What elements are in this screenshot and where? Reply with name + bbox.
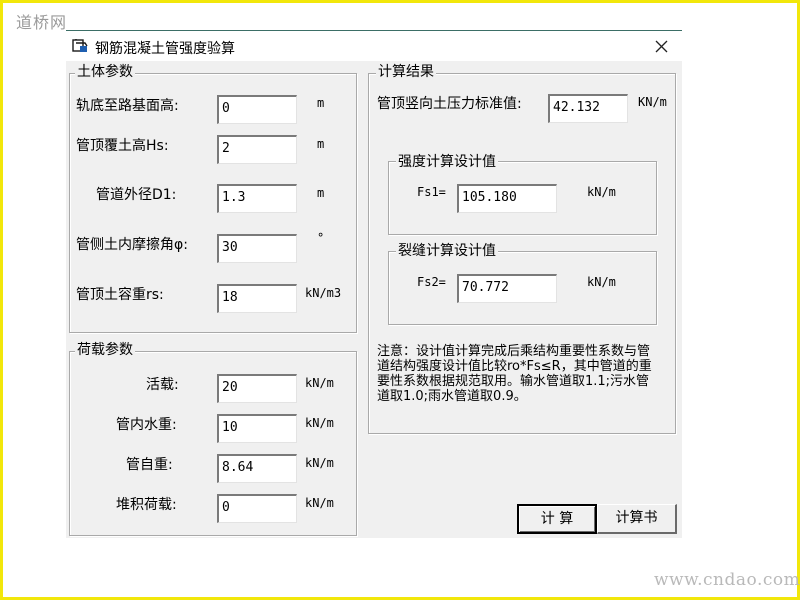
soil-weight-unit: kN/m3	[305, 286, 342, 300]
outer-diameter-unit: m	[317, 186, 325, 200]
stack-load-unit: kN/m	[305, 496, 334, 510]
cover-height-input[interactable]: 2	[217, 135, 297, 164]
pipe-weight-unit: kN/m	[305, 456, 334, 470]
fs1-unit: kN/m	[587, 185, 616, 199]
friction-angle-label: 管侧土内摩擦角φ:	[76, 237, 188, 253]
pressure-output[interactable]: 42.132	[548, 94, 628, 123]
fs1-output[interactable]: 105.180	[457, 184, 557, 213]
window-title: 钢筋混凝土管强度验算	[95, 41, 235, 57]
water-weight-unit: kN/m	[305, 416, 334, 430]
outer-diameter-label: 管道外径D1:	[96, 187, 177, 203]
design-note: 注意：设计值计算完成后乘结构重要性系数与管道结构强度设计值比较ro*Fs≤R，其…	[377, 344, 652, 404]
watermark-top: 道桥网	[16, 13, 68, 32]
rail-height-label: 轨底至路基面高:	[76, 98, 179, 114]
watermark-bottom: www.cndao.com	[654, 570, 800, 590]
crack-title: 裂缝计算设计值	[396, 243, 498, 259]
app-icon	[72, 39, 88, 52]
fs1-label: Fs1=	[417, 185, 446, 199]
dialog-window: 钢筋混凝土管强度验算 土体参数 轨底至路基面高: 0 m 管顶覆土高Hs: 2 …	[66, 31, 682, 538]
soil-weight-label: 管顶土容重rs:	[76, 287, 164, 303]
pressure-unit: KN/m	[638, 95, 667, 109]
cover-height-unit: m	[317, 137, 325, 151]
pipe-weight-label: 管自重:	[126, 457, 173, 473]
strength-title: 强度计算设计值	[396, 154, 498, 170]
water-weight-input[interactable]: 10	[217, 414, 297, 443]
fs2-output[interactable]: 70.772	[457, 274, 557, 303]
live-load-label: 活载:	[146, 377, 179, 393]
report-button[interactable]: 计算书	[597, 504, 677, 534]
pressure-label: 管顶竖向土压力标准值:	[377, 96, 522, 112]
load-params-title: 荷载参数	[75, 342, 135, 358]
friction-angle-unit: °	[317, 231, 325, 245]
stack-load-input[interactable]: 0	[217, 494, 297, 523]
live-load-input[interactable]: 20	[217, 374, 297, 403]
water-weight-label: 管内水重:	[116, 417, 177, 433]
results-title: 计算结果	[376, 64, 436, 80]
soil-params-title: 土体参数	[75, 64, 135, 80]
fs2-label: Fs2=	[417, 275, 446, 289]
rail-height-unit: m	[317, 96, 325, 110]
cover-height-label: 管顶覆土高Hs:	[76, 138, 169, 154]
live-load-unit: kN/m	[305, 376, 334, 390]
rail-height-input[interactable]: 0	[217, 95, 297, 124]
outer-diameter-input[interactable]: 1.3	[217, 184, 297, 213]
calculate-button[interactable]: 计 算	[517, 504, 597, 534]
fs2-unit: kN/m	[587, 275, 616, 289]
pipe-weight-input[interactable]: 8.64	[217, 454, 297, 483]
friction-angle-input[interactable]: 30	[217, 234, 297, 263]
close-icon[interactable]	[651, 37, 673, 57]
stack-load-label: 堆积荷载:	[116, 497, 177, 513]
soil-weight-input[interactable]: 18	[217, 284, 297, 313]
title-bar: 钢筋混凝土管强度验算	[66, 31, 682, 61]
